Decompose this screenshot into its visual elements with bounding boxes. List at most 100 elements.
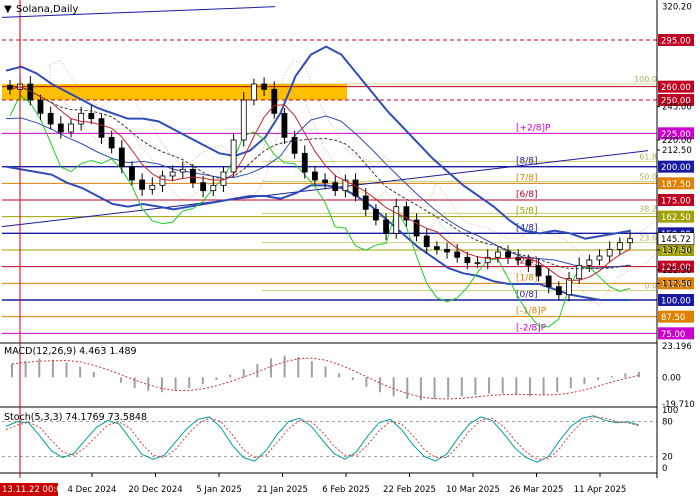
y-tick-label: 245.00: [662, 103, 692, 113]
candle-body: [474, 262, 481, 265]
candle-body: [525, 259, 532, 266]
candle-body: [291, 136, 298, 154]
stoch-y-tick-label: 20: [662, 452, 673, 462]
candle-body: [139, 179, 146, 190]
candle-body: [169, 171, 176, 177]
y-tick-label: 112.50: [662, 279, 692, 289]
candle-body: [444, 248, 450, 253]
macd-y-tick-label: 0.00: [662, 373, 681, 383]
candle-body: [464, 256, 471, 264]
x-tick-label: 11 Apr 2025: [574, 485, 627, 495]
y-tick-label: 212.50: [662, 146, 692, 156]
candle-body: [129, 166, 135, 181]
candle-body: [68, 123, 74, 133]
fib-label: 0.0: [644, 282, 657, 291]
candle-body: [57, 123, 64, 133]
stoch-y-tick-label: 80: [662, 418, 673, 428]
chart-title-group: ▼ Solana,Daily: [4, 4, 78, 15]
murrey-level-label: [7/8]: [516, 173, 538, 183]
y-tick-label: 320.20: [662, 2, 692, 12]
candle-body: [596, 255, 603, 261]
x-cursor-label: 13.11.22 00:00: [2, 485, 67, 495]
murrey-level-label: [5/8]: [516, 207, 538, 217]
candle-body: [322, 179, 328, 184]
x-tick-label: 20 Dec 2024: [128, 485, 182, 495]
candle-body: [627, 238, 633, 244]
candle-body: [88, 112, 95, 120]
x-tick-label: 4 Dec 2024: [68, 485, 117, 495]
price-label: 87.50: [661, 313, 685, 323]
chart-title: Solana,Daily: [16, 4, 78, 15]
murrey-level-label: [6/8]: [516, 190, 538, 200]
candle-body: [190, 168, 196, 184]
candle-body: [586, 259, 593, 266]
candle-body: [555, 286, 562, 296]
murrey-level-label: [-2/8]P: [516, 323, 547, 333]
x-tick-label: 10 Mar 2025: [446, 485, 500, 495]
fib-label: 23.6: [639, 234, 657, 243]
candle-body: [118, 147, 125, 168]
candle-body: [566, 278, 572, 296]
price-label: 260.00: [661, 83, 691, 93]
candle-body: [362, 195, 369, 210]
candle-body: [261, 83, 267, 90]
candle-body: [433, 246, 440, 250]
price-label: 200.00: [661, 163, 691, 173]
macd-title: MACD(12,26,9) 4.463 1.489: [4, 346, 137, 357]
y-tick-label: 137.50: [662, 246, 692, 256]
candle-body: [47, 112, 54, 125]
current-price-label: 145.72: [661, 235, 691, 245]
candle-body: [159, 175, 166, 186]
x-tick-label: 21 Jan 2025: [257, 485, 308, 495]
candle-body: [251, 83, 257, 101]
stoch-title: Stoch(5,3,3) 74.1769 73.5848: [4, 412, 147, 423]
candle-body: [616, 242, 623, 250]
candle-body: [200, 182, 207, 192]
candle-body: [383, 219, 389, 234]
price-label: 175.00: [661, 197, 691, 207]
candle-body: [240, 99, 247, 141]
candle-body: [98, 118, 105, 138]
candle-body: [230, 139, 237, 173]
fib-label: 50.0: [639, 172, 657, 181]
candle-body: [332, 182, 339, 192]
candle-body: [535, 264, 542, 277]
candle-body: [423, 235, 430, 248]
candle-body: [271, 88, 278, 114]
stoch-y-tick-label: 0: [662, 464, 667, 474]
candle-body: [393, 206, 400, 234]
fib-label: 100.0: [634, 75, 657, 84]
candle-body: [505, 251, 511, 258]
candle-body: [301, 152, 308, 173]
price-label: 295.00: [661, 37, 691, 47]
candle-body: [149, 184, 156, 190]
x-tick-label: 22 Feb 2025: [383, 485, 436, 495]
candle-body: [454, 251, 461, 258]
candle-body: [545, 275, 552, 288]
candle-body: [373, 208, 379, 221]
candle-body: [576, 264, 583, 280]
price-label: 75.00: [661, 330, 685, 340]
candle-body: [210, 184, 217, 192]
murrey-level-label: [-1/8]P: [516, 307, 547, 317]
candle-body: [606, 248, 613, 257]
candle-body: [494, 251, 501, 258]
price-label: 100.00: [661, 297, 691, 307]
symbol-icon: ▼: [4, 4, 12, 15]
macd-y-tick-label: 23.196: [662, 342, 692, 352]
candle-body: [37, 99, 44, 114]
candle-body: [352, 179, 359, 197]
fib-label: 38.2: [639, 204, 657, 213]
x-tick-label: 5 Jan 2025: [196, 485, 242, 495]
y-tick-label: 122.50: [662, 266, 692, 276]
candle[interactable]: [240, 92, 247, 147]
candle-body: [179, 168, 186, 173]
price-label: 187.50: [661, 180, 691, 190]
x-tick-label: 6 Feb 2025: [322, 485, 370, 495]
candle-body: [108, 136, 115, 149]
fib-label: 61.8: [639, 152, 657, 161]
stoch-y-tick-label: 100: [662, 406, 678, 416]
x-tick-label: 26 Mar 2025: [510, 485, 564, 495]
candle-body: [78, 112, 85, 125]
chart-canvas: [+2/8]P[8/8][7/8][6/8][5/8][4/8][2/8][1/…: [0, 0, 700, 500]
